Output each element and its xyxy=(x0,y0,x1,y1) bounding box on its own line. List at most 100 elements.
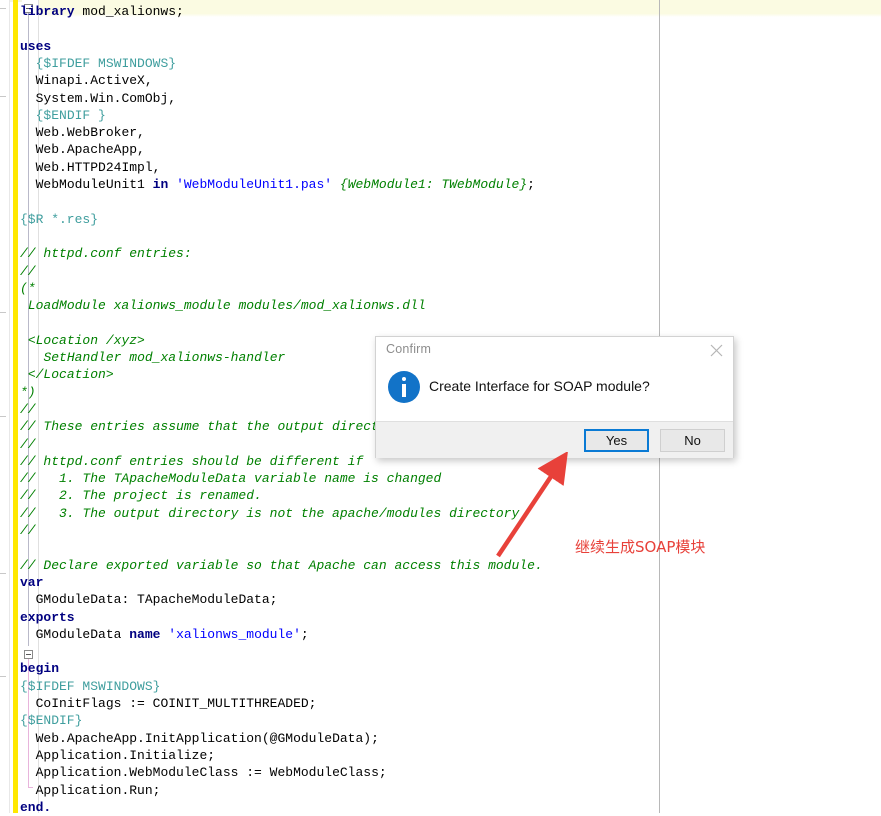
code-token: ; xyxy=(300,626,309,642)
code-line: {$ENDIF} xyxy=(20,712,82,729)
code-line: System.Win.ComObj, xyxy=(36,90,176,107)
code-line: library mod_xalionws; xyxy=(20,3,184,20)
code-token: // httpd.conf entries should be differen… xyxy=(20,453,364,469)
code-line: GModuleData: TApacheModuleData; xyxy=(36,591,278,608)
code-line: // xyxy=(20,436,36,453)
code-token: Web.WebBroker, xyxy=(35,125,145,141)
code-line: uses xyxy=(20,38,51,55)
code-token: name xyxy=(129,626,169,642)
yes-button[interactable]: Yes xyxy=(584,429,649,452)
code-token: in xyxy=(152,177,177,192)
code-line: Application.WebModuleClass := WebModuleC… xyxy=(36,764,387,781)
code-token: 'WebModuleUnit1.pas' xyxy=(176,177,333,192)
code-line: // Declare exported variable so that Apa… xyxy=(20,557,543,574)
code-token: Web.ApacheApp.InitApplication(@GModuleDa… xyxy=(35,730,379,746)
code-line: LoadModule xalionws_module modules/mod_x… xyxy=(28,297,426,314)
code-line: Winapi.ActiveX, xyxy=(36,72,153,89)
code-token: WebModuleUnit1 xyxy=(35,177,153,192)
code-token: // 2. The project is renamed. xyxy=(20,488,262,504)
code-line: // httpd.conf entries should be differen… xyxy=(20,453,363,470)
code-line: (* xyxy=(20,280,36,297)
code-line: begin xyxy=(20,660,59,677)
code-token: Application.WebModuleClass := WebModuleC… xyxy=(35,765,387,781)
code-token: // Declare exported variable so that Apa… xyxy=(20,557,543,573)
code-line: CoInitFlags := COINIT_MULTITHREADED; xyxy=(36,695,317,712)
code-line: Application.Initialize; xyxy=(36,747,215,764)
code-line: Web.ApacheApp, xyxy=(36,141,145,158)
code-token: // xyxy=(20,436,36,452)
code-token: // xyxy=(20,263,36,279)
code-token: // xyxy=(20,523,36,538)
code-line: <Location /xyz> xyxy=(28,332,145,349)
code-line: // 2. The project is renamed. xyxy=(20,487,262,504)
code-token: Application.Initialize; xyxy=(35,747,216,763)
code-line: {$ENDIF } xyxy=(36,107,106,124)
code-token: {$ENDIF} xyxy=(20,713,83,729)
code-line: SetHandler mod_xalionws-handler xyxy=(43,349,285,366)
code-line: end. xyxy=(20,799,51,816)
code-token: CoInitFlags := COINIT_MULTITHREADED; xyxy=(35,696,317,711)
code-line: Application.Run; xyxy=(36,782,161,799)
code-token: // 1. The TApacheModuleData variable nam… xyxy=(20,471,442,487)
code-line: var xyxy=(20,574,43,591)
code-token: {$ENDIF } xyxy=(35,107,106,123)
code-token: </Location> xyxy=(27,367,114,383)
code-token: mod_xalionws; xyxy=(82,4,184,19)
code-line: </Location> xyxy=(28,366,114,383)
code-token: LoadModule xalionws_module modules/mod_x… xyxy=(27,298,426,314)
code-token: {$IFDEF MSWINDOWS} xyxy=(35,55,177,71)
code-line: // 3. The output directory is not the ap… xyxy=(20,505,519,522)
code-line: Web.HTTPD24Impl, xyxy=(36,159,161,176)
no-button[interactable]: No xyxy=(660,429,725,452)
code-token: {$IFDEF MSWINDOWS} xyxy=(20,678,161,694)
code-line: Web.ApacheApp.InitApplication(@GModuleDa… xyxy=(36,730,379,747)
code-token: {$R *.res} xyxy=(20,211,99,227)
code-token: <Location /xyz> xyxy=(27,332,145,348)
dialog-message: Create Interface for SOAP module? xyxy=(429,378,650,394)
code-token: library xyxy=(20,4,83,19)
code-line: // xyxy=(20,263,36,280)
code-token: begin xyxy=(20,661,60,677)
code-token: (* xyxy=(20,280,36,296)
code-line: *) xyxy=(20,384,36,401)
code-line: {$R *.res} xyxy=(20,211,98,228)
code-token: var xyxy=(20,574,44,590)
code-line: WebModuleUnit1 in 'WebModuleUnit1.pas' {… xyxy=(36,176,535,193)
code-token: // 3. The output directory is not the ap… xyxy=(20,505,520,521)
dialog-footer: Yes No xyxy=(376,421,733,458)
dialog-body: Create Interface for SOAP module? xyxy=(376,364,733,421)
code-token: System.Win.ComObj, xyxy=(35,90,177,106)
code-token: Web.HTTPD24Impl, xyxy=(35,159,161,175)
code-token: uses xyxy=(20,38,52,54)
code-token: *) xyxy=(20,384,36,400)
code-line: {$IFDEF MSWINDOWS} xyxy=(36,55,176,72)
dialog-titlebar[interactable]: Confirm xyxy=(376,337,733,364)
code-token: ; xyxy=(527,177,535,192)
code-line: GModuleData name 'xalionws_module'; xyxy=(36,626,309,643)
close-icon[interactable] xyxy=(701,339,731,361)
code-token: 'xalionws_module' xyxy=(168,626,301,642)
code-line: // xyxy=(20,401,36,418)
code-token: // httpd.conf entries: xyxy=(20,246,192,262)
code-token: SetHandler mod_xalionws-handler xyxy=(43,350,286,365)
confirm-dialog[interactable]: Confirm Create Interface for SOAP module… xyxy=(375,336,734,458)
code-line: // 1. The TApacheModuleData variable nam… xyxy=(20,470,441,487)
code-line: {$IFDEF MSWINDOWS} xyxy=(20,678,160,695)
code-token: Winapi.ActiveX, xyxy=(35,73,153,89)
code-token: GModuleData xyxy=(35,626,130,642)
code-line: // xyxy=(20,522,36,539)
dialog-title: Confirm xyxy=(386,342,432,356)
code-token: exports xyxy=(20,609,75,625)
annotation-label: 继续生成SOAP模块 xyxy=(575,538,706,556)
code-token: {WebModule1: TWebModule} xyxy=(339,177,528,192)
info-icon xyxy=(388,371,420,403)
code-line: exports xyxy=(20,609,75,626)
code-token: GModuleData: TApacheModuleData; xyxy=(35,592,278,608)
